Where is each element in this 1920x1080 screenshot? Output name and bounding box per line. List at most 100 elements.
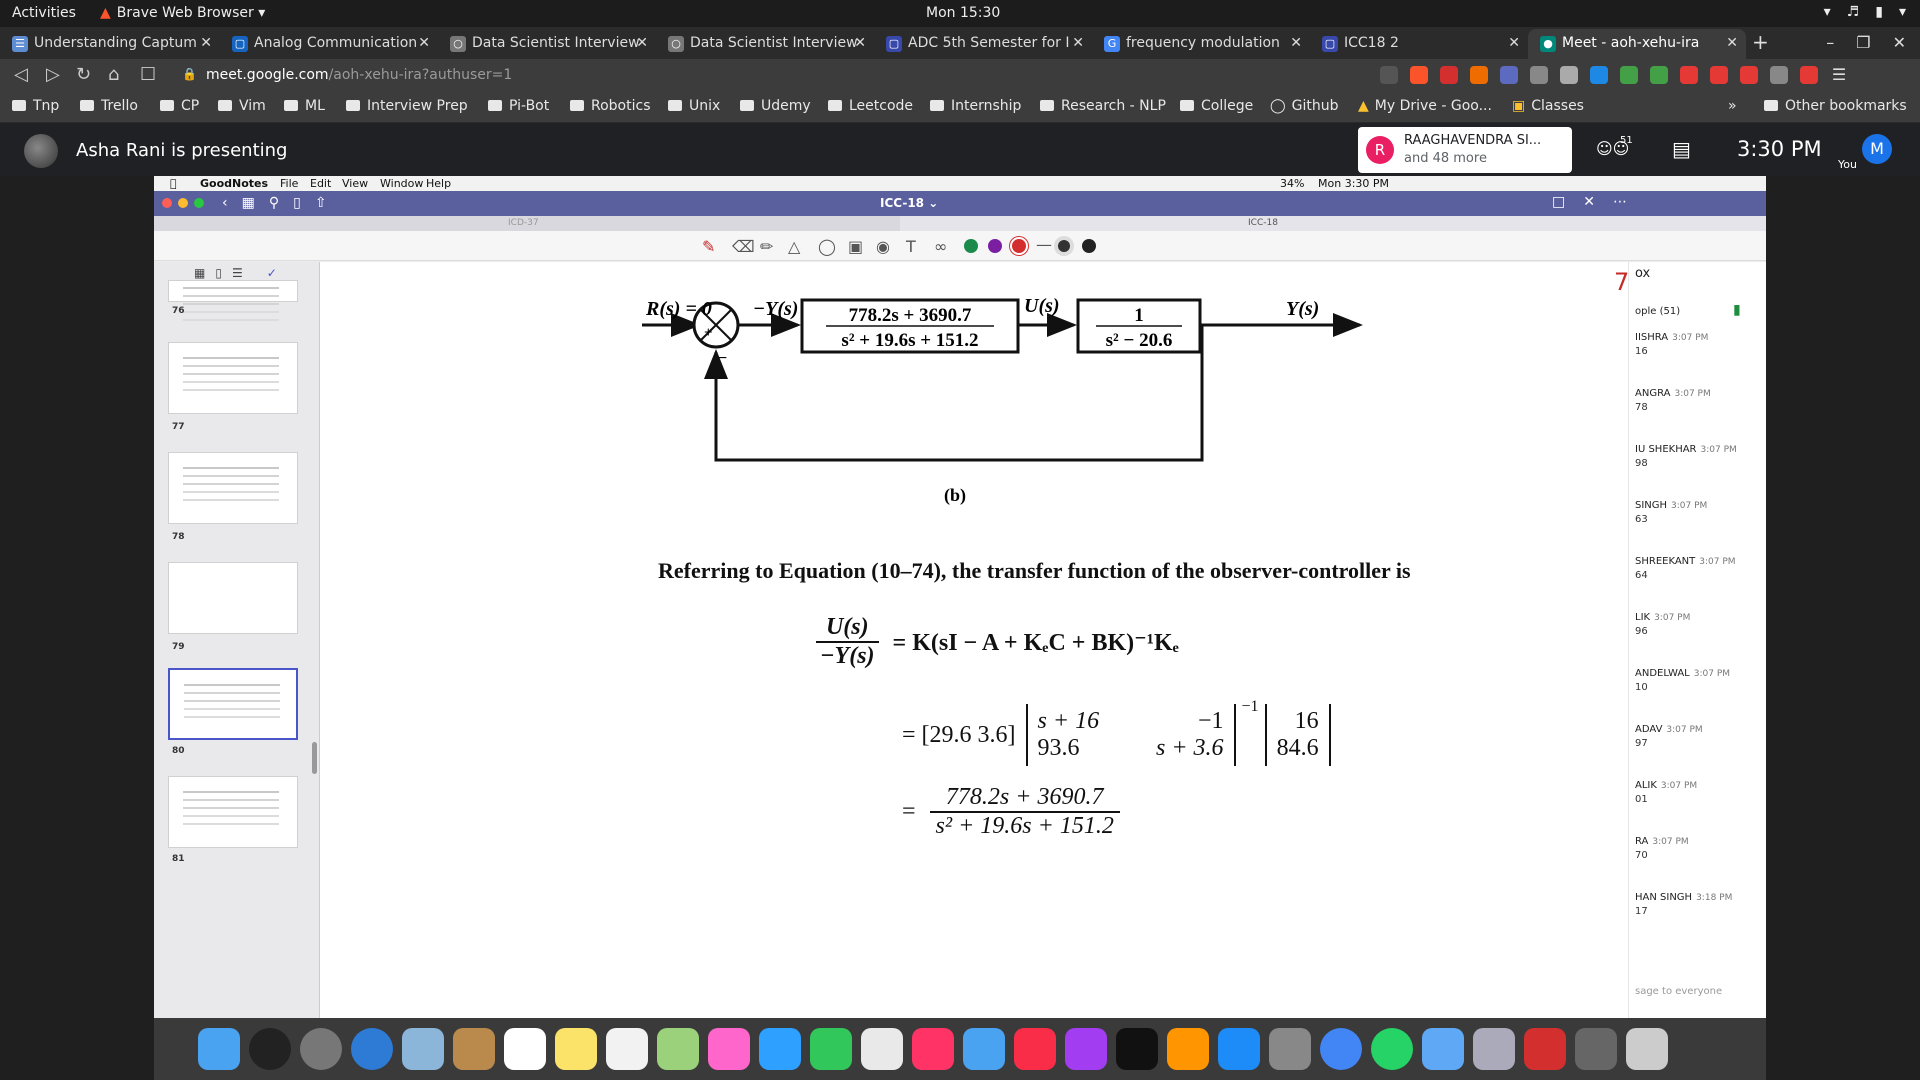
back-icon[interactable]: ‹: [222, 195, 228, 211]
facetime-icon[interactable]: [810, 1028, 852, 1070]
extension-icon[interactable]: [1470, 66, 1488, 84]
notes-icon[interactable]: [555, 1028, 597, 1070]
tab-close-icon[interactable]: ✕: [1508, 35, 1520, 51]
highlighter-icon[interactable]: ✏: [760, 237, 773, 256]
eraser-icon[interactable]: ⌫: [732, 237, 755, 256]
extension-icon[interactable]: [1740, 66, 1758, 84]
link-icon[interactable]: ∞: [934, 237, 947, 256]
grid-icon[interactable]: ▦: [194, 266, 205, 280]
settings-icon[interactable]: [1269, 1028, 1311, 1070]
music-icon[interactable]: [1014, 1028, 1056, 1070]
bookmark-udemy[interactable]: Udemy: [740, 98, 811, 114]
bookmark-icon[interactable]: ▯: [215, 266, 222, 280]
battery-icon[interactable]: ▮: [1875, 4, 1883, 20]
tab-close-icon[interactable]: ✕: [1072, 35, 1084, 51]
tab-data-scientist-interview-2[interactable]: ○ Data Scientist Interview ✕: [656, 29, 874, 59]
back-icon[interactable]: ◁: [14, 64, 28, 85]
bookmark-trello[interactable]: Trello: [80, 98, 138, 114]
home-icon[interactable]: ⌂: [108, 64, 119, 85]
outline-icon[interactable]: ☰: [232, 266, 243, 280]
sidebar-icon[interactable]: ▦: [242, 195, 255, 211]
bookmark-leetcode[interactable]: Leetcode: [828, 98, 913, 114]
tab-close-icon[interactable]: ✕: [418, 35, 430, 51]
extension-icon[interactable]: [1620, 66, 1638, 84]
menu-goodnotes[interactable]: GoodNotes: [200, 177, 268, 190]
menu-window[interactable]: Window: [380, 177, 423, 190]
contacts-icon[interactable]: [453, 1028, 495, 1070]
downloads-icon[interactable]: [1575, 1028, 1617, 1070]
system-clock[interactable]: Mon 15:30: [926, 5, 1000, 21]
messages-icon[interactable]: [759, 1028, 801, 1070]
tab-icd-37[interactable]: ICD-37: [154, 216, 900, 231]
participant-card[interactable]: R RAAGHAVENDRA SI... and 48 more: [1358, 127, 1572, 173]
app-icon[interactable]: [861, 1028, 903, 1070]
chat-icon[interactable]: ▤: [1672, 137, 1691, 161]
extension-icon[interactable]: [1770, 66, 1788, 84]
brave-shields-icon[interactable]: [1410, 66, 1428, 84]
lasso-icon[interactable]: ◯: [818, 237, 836, 256]
close-window-icon[interactable]: ✕: [1893, 33, 1906, 52]
page-thumbnail[interactable]: [168, 280, 298, 302]
bookmark-icon[interactable]: ▯: [293, 195, 301, 211]
people-tab[interactable]: ople (51): [1635, 306, 1680, 317]
forward-icon[interactable]: ▷: [46, 64, 60, 85]
tab-close-icon[interactable]: ✕: [1726, 35, 1738, 51]
other-bookmarks[interactable]: Other bookmarks: [1764, 98, 1907, 114]
bookmark-github[interactable]: ◯ Github: [1270, 98, 1339, 114]
minimize-dot[interactable]: [178, 198, 188, 208]
menu-help[interactable]: Help: [426, 177, 451, 190]
image-icon[interactable]: ▣: [848, 237, 863, 256]
maps-icon[interactable]: [657, 1028, 699, 1070]
tab-close-icon[interactable]: ✕: [1290, 35, 1302, 51]
page-thumbnail[interactable]: [168, 776, 298, 848]
siri-icon[interactable]: [249, 1028, 291, 1070]
numbers-icon[interactable]: [912, 1028, 954, 1070]
share-icon[interactable]: ⇧: [315, 195, 327, 211]
extension-icon[interactable]: [1590, 66, 1608, 84]
url-input[interactable]: 🔒 meet.google.com/aoh-xehu-ira?authuser=…: [170, 63, 1410, 89]
bookmark-ml[interactable]: ML: [284, 98, 325, 114]
bookmark-tnp[interactable]: Tnp: [12, 98, 59, 114]
menu-edit[interactable]: Edit: [310, 177, 331, 190]
color-green[interactable]: [964, 239, 978, 253]
bookmark-research-nlp[interactable]: Research - NLP: [1040, 98, 1166, 114]
whatsapp-icon[interactable]: [1371, 1028, 1413, 1070]
bookmark-pi-bot[interactable]: Pi-Bot: [488, 98, 549, 114]
keynote-icon[interactable]: [963, 1028, 1005, 1070]
menu-view[interactable]: View: [342, 177, 368, 190]
stroke-medium[interactable]: [1058, 240, 1070, 252]
text-icon[interactable]: T: [906, 237, 916, 256]
restore-icon[interactable]: ❐: [1856, 33, 1870, 52]
tab-icc-18[interactable]: ICC-18: [1248, 218, 1278, 228]
page-thumbnail-selected[interactable]: [168, 668, 298, 740]
chat-tab-icon[interactable]: ▮: [1733, 302, 1741, 318]
user-avatar[interactable]: M: [1862, 134, 1892, 164]
preview-icon[interactable]: [1473, 1028, 1515, 1070]
bookmarks-overflow[interactable]: »: [1728, 98, 1737, 114]
bookmark-internship[interactable]: Internship: [930, 98, 1021, 114]
podcasts-icon[interactable]: [1065, 1028, 1107, 1070]
zoom-dot[interactable]: [194, 198, 204, 208]
check-icon[interactable]: ✓: [267, 266, 277, 280]
reminders-icon[interactable]: [606, 1028, 648, 1070]
calendar-icon[interactable]: [504, 1028, 546, 1070]
tv-icon[interactable]: [1116, 1028, 1158, 1070]
tab-frequency-modulation[interactable]: Gfrequency modulation ✕: [1092, 29, 1310, 59]
finder-icon[interactable]: [198, 1028, 240, 1070]
bookmark-classes[interactable]: ▣ Classes: [1512, 98, 1584, 114]
brave-rewards-icon[interactable]: [1440, 66, 1458, 84]
add-page-icon[interactable]: □: [1552, 194, 1565, 210]
safari-icon[interactable]: [351, 1028, 393, 1070]
trash-icon[interactable]: [1626, 1028, 1668, 1070]
thumbnail-scrollbar[interactable]: [312, 742, 317, 774]
shapes-icon[interactable]: △: [788, 237, 800, 256]
search-icon[interactable]: ⚲: [269, 195, 279, 211]
launchpad-icon[interactable]: [300, 1028, 342, 1070]
pen-icon[interactable]: ✎: [702, 237, 715, 256]
chat-input[interactable]: sage to everyone: [1635, 986, 1722, 997]
acrobat-icon[interactable]: [1524, 1028, 1566, 1070]
extension-icon[interactable]: [1560, 66, 1578, 84]
app-store-icon[interactable]: [1218, 1028, 1260, 1070]
app-icon[interactable]: [402, 1028, 444, 1070]
document-title[interactable]: ICC-18 ⌄: [880, 196, 938, 210]
